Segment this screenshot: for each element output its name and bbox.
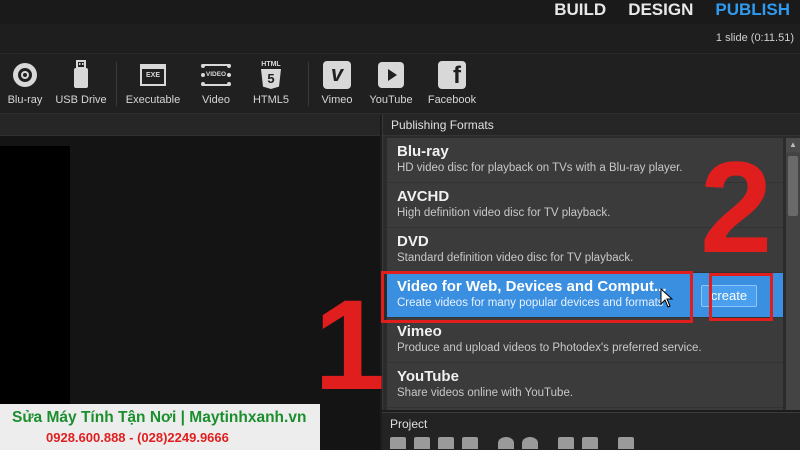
annotation-step-1: 1 xyxy=(314,274,386,417)
panel-title: Publishing Formats xyxy=(383,114,800,136)
project-tool-icon[interactable] xyxy=(618,437,634,449)
tool-bluray[interactable]: Blu-ray xyxy=(0,60,54,106)
tool-label: Video xyxy=(202,94,230,106)
watermark-banner: Sửa Máy Tính Tận Nơi | Maytinhxanh.vn 09… xyxy=(0,404,320,450)
tool-label: Facebook xyxy=(427,94,477,106)
project-tool-icon[interactable] xyxy=(390,437,406,449)
vimeo-icon: v xyxy=(321,60,353,90)
tool-label: Blu-ray xyxy=(7,94,43,106)
tool-vimeo[interactable]: v Vimeo xyxy=(308,60,366,106)
slide-count: 1 slide (0:11.51) xyxy=(715,32,794,44)
usb-icon xyxy=(65,60,97,90)
sub-bar: 1 slide (0:11.51) xyxy=(0,24,800,54)
annotation-box-video-web xyxy=(381,271,693,323)
project-toolbar xyxy=(390,437,634,449)
project-tool-icon[interactable] xyxy=(582,437,598,449)
slide-preview xyxy=(0,146,70,416)
watermark-title: Sửa Máy Tính Tận Nơi | Maytinhxanh.vn xyxy=(12,409,307,426)
format-item-vimeo[interactable]: Vimeo Produce and upload videos to Photo… xyxy=(387,318,783,363)
format-desc: Share videos online with YouTube. xyxy=(397,387,574,399)
preview-header xyxy=(0,114,380,136)
tool-label: Vimeo xyxy=(321,94,353,106)
tool-usb-drive[interactable]: USB Drive xyxy=(52,60,110,106)
tool-youtube[interactable]: YouTube xyxy=(362,60,420,106)
project-tool-icon[interactable] xyxy=(558,437,574,449)
disc-icon xyxy=(9,60,41,90)
watermark-phone: 0928.600.888 - (028)2249.9666 xyxy=(46,430,229,445)
exe-icon: EXE xyxy=(137,60,169,90)
video-icon: VIDEO xyxy=(200,60,232,90)
project-tool-icon[interactable] xyxy=(462,437,478,449)
tool-label: Executable xyxy=(125,94,181,106)
html5-icon: HTML 5 xyxy=(255,60,287,90)
mouse-cursor-icon xyxy=(660,287,674,313)
tool-video[interactable]: VIDEO Video xyxy=(187,60,245,106)
tool-facebook[interactable]: f Facebook xyxy=(423,60,481,106)
format-item-youtube[interactable]: YouTube Share videos online with YouTube… xyxy=(387,363,783,408)
tool-executable[interactable]: EXE Executable xyxy=(124,60,182,106)
publish-toolbar: Blu-ray USB Drive EXE Executable VIDEO V… xyxy=(0,54,800,114)
toolbar-divider xyxy=(116,62,117,106)
tool-label: USB Drive xyxy=(55,94,107,106)
scroll-thumb[interactable] xyxy=(788,156,798,216)
format-desc: Produce and upload videos to Photodex's … xyxy=(397,342,702,354)
project-tool-icon[interactable] xyxy=(414,437,430,449)
format-name: Vimeo xyxy=(397,323,442,340)
tool-label: YouTube xyxy=(369,94,413,106)
project-panel: Project xyxy=(382,412,800,450)
format-list-scrollbar[interactable]: ▲ xyxy=(786,138,800,410)
youtube-icon xyxy=(375,60,407,90)
mode-publish[interactable]: PUBLISH xyxy=(715,0,790,20)
top-bar: BUILD DESIGN PUBLISH xyxy=(0,0,800,24)
mode-design[interactable]: DESIGN xyxy=(628,0,693,20)
tool-label: HTML5 xyxy=(252,94,290,106)
project-title: Project xyxy=(390,417,428,431)
mode-switcher: BUILD DESIGN PUBLISH xyxy=(554,0,790,20)
project-tool-icon[interactable] xyxy=(438,437,454,449)
format-name: YouTube xyxy=(397,368,459,385)
facebook-icon: f xyxy=(436,60,468,90)
scroll-up-icon[interactable]: ▲ xyxy=(786,138,800,152)
project-tool-icon[interactable] xyxy=(498,437,514,449)
mode-build[interactable]: BUILD xyxy=(554,0,606,20)
annotation-step-2: 2 xyxy=(700,134,773,280)
project-tool-icon[interactable] xyxy=(522,437,538,449)
tool-html5[interactable]: HTML 5 HTML5 xyxy=(242,60,300,106)
annotation-box-create xyxy=(709,273,773,321)
